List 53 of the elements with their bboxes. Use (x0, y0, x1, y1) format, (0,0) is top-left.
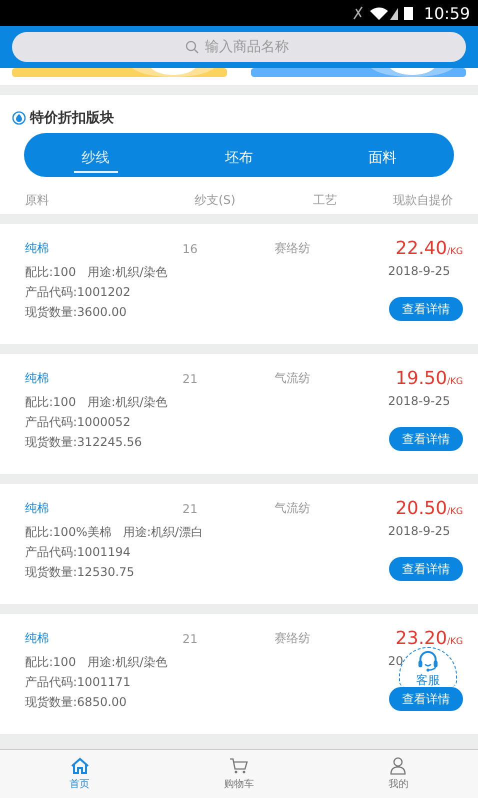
yarn-count: 21 (182, 502, 198, 516)
price: 23.20/KG (396, 628, 463, 649)
stock-quantity: 现货数量:6850.00 (25, 694, 128, 711)
ratio-usage: 配比:100 用途:机织/染色 (25, 654, 168, 671)
nav-tab[interactable]: 首页 (0, 750, 160, 798)
cart-icon (228, 757, 249, 775)
process-name: 气流纺 (274, 370, 310, 387)
price: 19.50/KG (396, 368, 463, 389)
details-button[interactable]: 查看详情 (389, 427, 463, 451)
process-name: 赛络纺 (274, 630, 310, 647)
process-name: 气流纺 (274, 500, 310, 517)
section-title: 特价折扣版块 (30, 109, 114, 127)
material-name: 纯棉 (25, 630, 50, 647)
column-header: 原料 (25, 192, 49, 209)
nav-tab[interactable]: 我的 (318, 750, 478, 798)
column-header: 现款自提价 (393, 192, 453, 209)
material-name: 纯棉 (25, 370, 50, 387)
material-name: 纯棉 (25, 500, 50, 517)
search-icon (185, 40, 199, 54)
column-header: 纱支(S) (194, 192, 236, 209)
details-button[interactable]: 查看详情 (389, 297, 463, 321)
details-button[interactable]: 查看详情 (389, 557, 463, 581)
product-code: 产品代码:1000052 (25, 414, 132, 431)
category-tab[interactable]: 纱线 (24, 133, 168, 177)
material-name: 纯棉 (25, 240, 50, 257)
clock-time: 10:59 (424, 4, 470, 22)
ratio-usage: 配比:100 用途:机织/染色 (25, 394, 168, 411)
nav-tab[interactable]: 购物车 (159, 750, 319, 798)
date: 2018-9-25 (388, 524, 450, 538)
yarn-count: 16 (182, 242, 198, 256)
home-icon (70, 757, 90, 775)
ratio-usage: 配比:100%美棉 用途:机织/漂白 (25, 524, 203, 541)
yarn-count: 21 (182, 372, 198, 386)
price: 22.40/KG (396, 238, 463, 259)
stock-quantity: 现货数量:312245.56 (25, 434, 143, 451)
stock-quantity: 现货数量:12530.75 (25, 564, 136, 581)
details-button[interactable]: 查看详情 (389, 687, 463, 711)
date: 2018-9-25 (388, 394, 450, 408)
yarn-count: 21 (182, 632, 198, 646)
price: 20.50/KG (396, 498, 463, 519)
user-icon (388, 757, 408, 775)
product-code: 产品代码:1001202 (25, 284, 132, 301)
ratio-usage: 配比:100 用途:机织/染色 (25, 264, 168, 281)
product-code: 产品代码:1001171 (25, 674, 132, 691)
headset-icon (416, 651, 440, 672)
search-field[interactable]: 输入商品名称 (12, 32, 466, 62)
date: 2018-9-25 (388, 264, 450, 278)
column-header: 工艺 (313, 192, 337, 209)
stock-quantity: 现货数量:3600.00 (25, 304, 128, 321)
product-code: 产品代码:1001194 (25, 544, 132, 561)
process-name: 赛络纺 (274, 240, 310, 257)
category-tab[interactable]: 坯布 (167, 133, 311, 177)
category-tab[interactable]: 面料 (310, 133, 454, 177)
